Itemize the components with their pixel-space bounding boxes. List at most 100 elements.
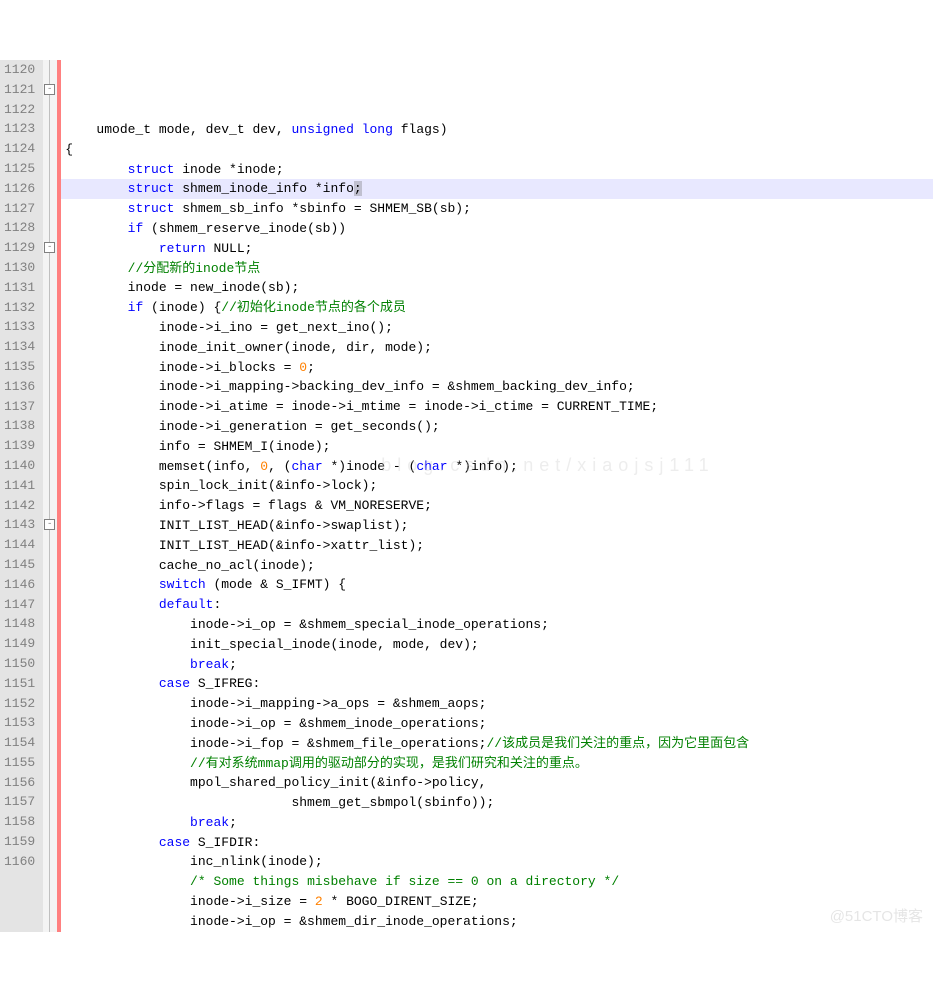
code-line[interactable]: case S_IFREG: bbox=[61, 674, 933, 694]
code-line[interactable]: inode->i_mapping->backing_dev_info = &sh… bbox=[61, 377, 933, 397]
code-line[interactable]: spin_lock_init(&info->lock); bbox=[61, 476, 933, 496]
line-number[interactable]: 1124 bbox=[4, 139, 35, 159]
line-number[interactable]: 1122 bbox=[4, 100, 35, 120]
line-number[interactable]: 1121 bbox=[4, 80, 35, 100]
line-number[interactable]: 1126 bbox=[4, 179, 35, 199]
line-number[interactable]: 1145 bbox=[4, 555, 35, 575]
line-number[interactable]: 1146 bbox=[4, 575, 35, 595]
code-token bbox=[65, 657, 190, 672]
line-number[interactable]: 1152 bbox=[4, 694, 35, 714]
line-number[interactable]: 1151 bbox=[4, 674, 35, 694]
code-line[interactable]: inode->i_op = &shmem_dir_inode_operation… bbox=[61, 912, 933, 932]
line-number[interactable]: 1160 bbox=[4, 852, 35, 872]
line-number[interactable]: 1159 bbox=[4, 832, 35, 852]
code-line[interactable]: break; bbox=[61, 813, 933, 833]
code-line[interactable]: inode->i_mapping->a_ops = &shmem_aops; bbox=[61, 694, 933, 714]
code-line[interactable]: struct shmem_sb_info *sbinfo = SHMEM_SB(… bbox=[61, 199, 933, 219]
code-token: { bbox=[65, 142, 73, 157]
code-token: inode->i_size = bbox=[65, 894, 315, 909]
code-line[interactable]: inode->i_atime = inode->i_mtime = inode-… bbox=[61, 397, 933, 417]
code-line[interactable]: mpol_shared_policy_init(&info->policy, bbox=[61, 773, 933, 793]
code-token: ; bbox=[354, 181, 362, 196]
line-number[interactable]: 1134 bbox=[4, 337, 35, 357]
code-line[interactable]: inode->i_op = &shmem_inode_operations; bbox=[61, 714, 933, 734]
code-line[interactable]: if (shmem_reserve_inode(sb)) bbox=[61, 219, 933, 239]
code-line[interactable]: inc_nlink(inode); bbox=[61, 852, 933, 872]
line-number[interactable]: 1137 bbox=[4, 397, 35, 417]
code-line[interactable]: inode->i_op = &shmem_special_inode_opera… bbox=[61, 615, 933, 635]
line-number[interactable]: 1147 bbox=[4, 595, 35, 615]
fold-toggle-icon[interactable]: - bbox=[44, 84, 55, 95]
code-line[interactable]: inode_init_owner(inode, dir, mode); bbox=[61, 338, 933, 358]
code-token: INIT_LIST_HEAD(&info->xattr_list); bbox=[65, 538, 424, 553]
line-number[interactable]: 1156 bbox=[4, 773, 35, 793]
code-line[interactable]: umode_t mode, dev_t dev, unsigned long f… bbox=[61, 120, 933, 140]
line-number[interactable]: 1130 bbox=[4, 258, 35, 278]
line-number[interactable]: 1133 bbox=[4, 317, 35, 337]
line-number[interactable]: 1142 bbox=[4, 496, 35, 516]
code-line[interactable]: default: bbox=[61, 595, 933, 615]
code-line[interactable]: return NULL; bbox=[61, 239, 933, 259]
code-line[interactable]: { bbox=[61, 140, 933, 160]
code-token bbox=[65, 201, 127, 216]
line-number[interactable]: 1120 bbox=[4, 60, 35, 80]
code-line[interactable]: memset(info, 0, (char *)inode - (char *)… bbox=[61, 457, 933, 477]
code-line[interactable]: inode->i_fop = &shmem_file_operations;//… bbox=[61, 734, 933, 754]
code-token bbox=[65, 181, 127, 196]
code-line[interactable]: //有对系统mmap调用的驱动部分的实现，是我们研究和关注的重点。 bbox=[61, 754, 933, 774]
code-line[interactable]: init_special_inode(inode, mode, dev); bbox=[61, 635, 933, 655]
line-number[interactable]: 1153 bbox=[4, 713, 35, 733]
line-number[interactable]: 1155 bbox=[4, 753, 35, 773]
line-number[interactable]: 1154 bbox=[4, 733, 35, 753]
line-number[interactable]: 1140 bbox=[4, 456, 35, 476]
line-number[interactable]: 1125 bbox=[4, 159, 35, 179]
line-number[interactable]: 1132 bbox=[4, 298, 35, 318]
code-line[interactable]: //分配新的inode节点 bbox=[61, 259, 933, 279]
line-number[interactable]: 1144 bbox=[4, 535, 35, 555]
code-line[interactable]: case S_IFDIR: bbox=[61, 833, 933, 853]
code-line[interactable]: inode->i_size = 2 * BOGO_DIRENT_SIZE; bbox=[61, 892, 933, 912]
code-line[interactable]: /* Some things misbehave if size == 0 on… bbox=[61, 872, 933, 892]
code-line[interactable]: shmem_get_sbmpol(sbinfo)); bbox=[61, 793, 933, 813]
line-number[interactable]: 1136 bbox=[4, 377, 35, 397]
code-area[interactable]: blog.csdn.net/xiaojsj111 @51CTO博客 umode_… bbox=[61, 60, 933, 932]
line-number[interactable]: 1149 bbox=[4, 634, 35, 654]
line-number[interactable]: 1129 bbox=[4, 238, 35, 258]
code-editor[interactable]: 1120112111221123112411251126112711281129… bbox=[0, 60, 933, 932]
code-token: : bbox=[213, 597, 221, 612]
line-number[interactable]: 1141 bbox=[4, 476, 35, 496]
code-token: info->flags = flags & VM_NORESERVE; bbox=[65, 498, 432, 513]
line-number[interactable]: 1157 bbox=[4, 792, 35, 812]
code-token: info = SHMEM_I(inode); bbox=[65, 439, 330, 454]
line-number[interactable]: 1143 bbox=[4, 515, 35, 535]
line-number[interactable]: 1148 bbox=[4, 614, 35, 634]
line-number[interactable]: 1150 bbox=[4, 654, 35, 674]
code-line[interactable]: inode->i_blocks = 0; bbox=[61, 358, 933, 378]
code-line[interactable]: switch (mode & S_IFMT) { bbox=[61, 575, 933, 595]
line-number[interactable]: 1123 bbox=[4, 119, 35, 139]
code-line[interactable]: cache_no_acl(inode); bbox=[61, 556, 933, 576]
code-line[interactable]: inode = new_inode(sb); bbox=[61, 278, 933, 298]
code-line[interactable]: info->flags = flags & VM_NORESERVE; bbox=[61, 496, 933, 516]
line-number[interactable]: 1138 bbox=[4, 416, 35, 436]
line-number[interactable]: 1131 bbox=[4, 278, 35, 298]
line-number[interactable]: 1139 bbox=[4, 436, 35, 456]
fold-toggle-icon[interactable]: - bbox=[44, 519, 55, 530]
fold-toggle-icon[interactable]: - bbox=[44, 242, 55, 253]
line-number-gutter[interactable]: 1120112111221123112411251126112711281129… bbox=[0, 60, 43, 932]
code-line[interactable]: struct shmem_inode_info *info; bbox=[61, 179, 933, 199]
line-number[interactable]: 1158 bbox=[4, 812, 35, 832]
code-line[interactable]: inode->i_ino = get_next_ino(); bbox=[61, 318, 933, 338]
line-number[interactable]: 1135 bbox=[4, 357, 35, 377]
fold-column[interactable]: - - - bbox=[43, 60, 57, 932]
code-line[interactable]: if (inode) {//初始化inode节点的各个成员 bbox=[61, 298, 933, 318]
code-line[interactable]: break; bbox=[61, 655, 933, 675]
code-line[interactable]: info = SHMEM_I(inode); bbox=[61, 437, 933, 457]
code-line[interactable]: inode->i_generation = get_seconds(); bbox=[61, 417, 933, 437]
line-number[interactable]: 1127 bbox=[4, 199, 35, 219]
code-line[interactable]: struct inode *inode; bbox=[61, 160, 933, 180]
line-number[interactable]: 1128 bbox=[4, 218, 35, 238]
code-line[interactable]: INIT_LIST_HEAD(&info->swaplist); bbox=[61, 516, 933, 536]
code-token: struct bbox=[128, 162, 175, 177]
code-line[interactable]: INIT_LIST_HEAD(&info->xattr_list); bbox=[61, 536, 933, 556]
